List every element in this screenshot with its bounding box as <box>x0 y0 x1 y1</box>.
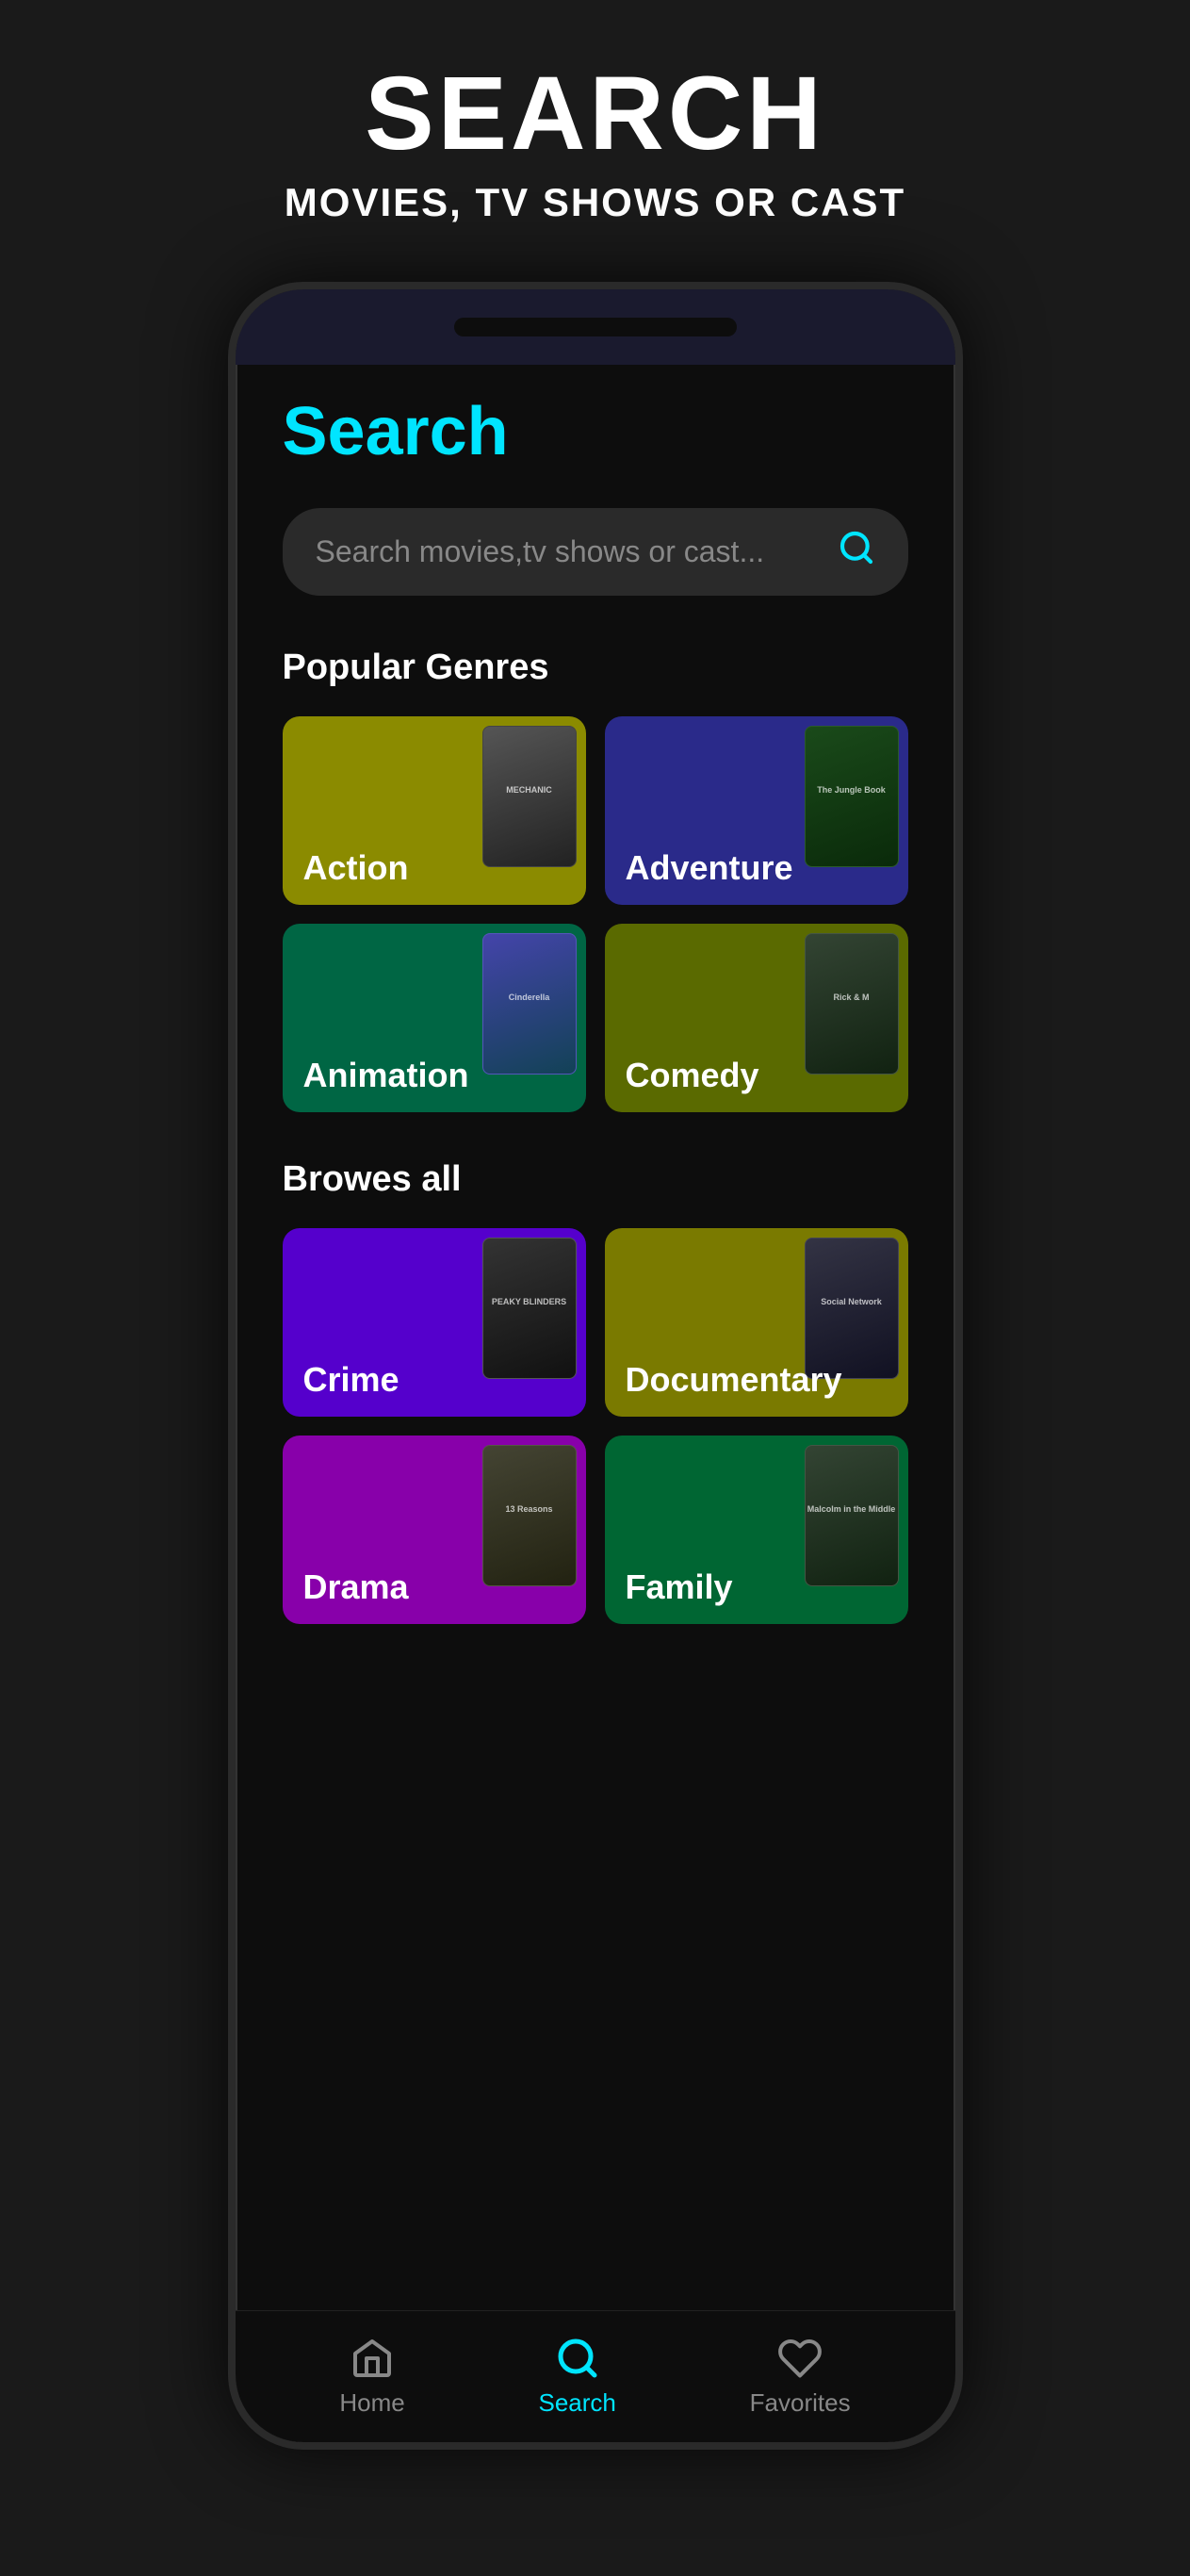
phone-content: Search Search movies,tv shows or cast...… <box>236 365 955 2325</box>
genre-label-crime: Crime <box>283 1343 420 1417</box>
genre-poster-comedy: Rick & M <box>805 933 899 1075</box>
page-title: Search <box>283 393 908 470</box>
genre-card-crime[interactable]: Crime PEAKY BLINDERS <box>283 1228 586 1417</box>
popular-genres-title: Popular Genres <box>283 648 908 688</box>
bottom-nav: Home Search Favorites <box>236 2310 955 2442</box>
genre-card-animation[interactable]: Animation Cinderella <box>283 924 586 1112</box>
status-bar <box>236 289 955 365</box>
nav-label-favorites: Favorites <box>750 2388 851 2418</box>
search-bar[interactable]: Search movies,tv shows or cast... <box>283 508 908 596</box>
genre-card-drama[interactable]: Drama 13 Reasons <box>283 1436 586 1624</box>
genre-label-family: Family <box>605 1551 754 1624</box>
home-icon <box>350 2336 395 2381</box>
nav-item-favorites[interactable]: Favorites <box>750 2336 851 2418</box>
status-bar-notch <box>454 318 737 336</box>
genre-label-adventure: Adventure <box>605 831 814 905</box>
genre-card-family[interactable]: Family Malcolm in the Middle <box>605 1436 908 1624</box>
top-subtitle: MOVIES, TV SHOWS OR CAST <box>38 180 1152 225</box>
genre-label-documentary: Documentary <box>605 1343 863 1417</box>
genre-label-comedy: Comedy <box>605 1039 780 1112</box>
search-icon[interactable] <box>838 529 875 575</box>
genre-card-action[interactable]: Action MECHANIC <box>283 716 586 905</box>
genre-poster-adventure: The Jungle Book <box>805 726 899 867</box>
genre-label-action: Action <box>283 831 430 905</box>
genre-card-documentary[interactable]: Documentary Social Network <box>605 1228 908 1417</box>
genre-label-animation: Animation <box>283 1039 490 1112</box>
nav-item-home[interactable]: Home <box>339 2336 404 2418</box>
genre-poster-family: Malcolm in the Middle <box>805 1445 899 1586</box>
nav-label-home: Home <box>339 2388 404 2418</box>
genre-poster-animation: Cinderella <box>482 933 577 1075</box>
browse-all-title: Browes all <box>283 1159 908 1200</box>
nav-label-search: Search <box>539 2388 616 2418</box>
genre-poster-crime: PEAKY BLINDERS <box>482 1238 577 1379</box>
nav-item-search[interactable]: Search <box>539 2336 616 2418</box>
favorites-icon <box>777 2336 823 2381</box>
phone-frame: Search Search movies,tv shows or cast...… <box>228 282 963 2450</box>
genre-label-drama: Drama <box>283 1551 430 1624</box>
top-header: SEARCH MOVIES, TV SHOWS OR CAST <box>0 0 1190 263</box>
browse-all-grid: Crime PEAKY BLINDERS Documentary Social … <box>283 1228 908 1624</box>
genre-card-adventure[interactable]: Adventure The Jungle Book <box>605 716 908 905</box>
search-nav-icon <box>555 2336 600 2381</box>
top-title: SEARCH <box>38 57 1152 171</box>
genre-card-comedy[interactable]: Comedy Rick & M <box>605 924 908 1112</box>
search-placeholder-text: Search movies,tv shows or cast... <box>316 534 765 569</box>
genre-poster-drama: 13 Reasons <box>482 1445 577 1586</box>
genre-poster-action: MECHANIC <box>482 726 577 867</box>
popular-genres-grid: Action MECHANIC Adventure The Jungle Boo… <box>283 716 908 1112</box>
